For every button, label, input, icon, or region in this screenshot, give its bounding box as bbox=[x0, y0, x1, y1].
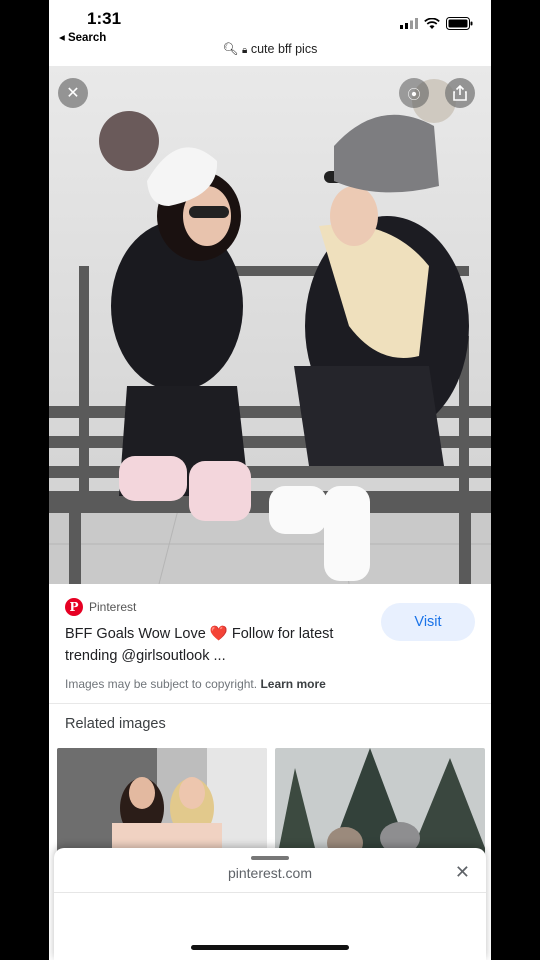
source[interactable]: P Pinterest bbox=[65, 598, 136, 616]
divider bbox=[49, 703, 491, 704]
search-icon: 🔍︎ bbox=[222, 42, 239, 56]
visit-button[interactable]: Visit bbox=[381, 603, 475, 641]
link-preview-sheet[interactable]: pinterest.com ✕ bbox=[54, 848, 486, 960]
result-info: P Pinterest BFF Goals Wow Love ❤️ Follow… bbox=[49, 585, 491, 703]
url-bar[interactable]: 🔍︎ 🔒︎ cute bff pics bbox=[49, 42, 491, 57]
related-images-heading: Related images bbox=[65, 716, 166, 732]
heart-icon: ❤️ bbox=[209, 626, 228, 642]
lock-icon: 🔒︎ bbox=[242, 45, 248, 56]
close-button[interactable]: ✕ bbox=[58, 78, 88, 108]
signal-icon bbox=[400, 18, 418, 29]
source-name: Pinterest bbox=[89, 600, 137, 614]
close-icon: ✕ bbox=[66, 85, 80, 102]
wifi-icon bbox=[424, 17, 440, 29]
status-icons bbox=[400, 17, 473, 30]
caption-text-start: BFF Goals Wow Love bbox=[65, 626, 210, 642]
battery-icon bbox=[446, 17, 473, 30]
home-indicator[interactable] bbox=[191, 945, 349, 950]
copyright-notice: Images may be subject to copyright. Lear… bbox=[65, 677, 326, 691]
share-button[interactable] bbox=[445, 78, 475, 108]
pinterest-logo-icon: P bbox=[65, 598, 83, 616]
status-bar: 1:31 ◂ Search bbox=[49, 0, 491, 44]
visual-search-icon: ⦿ bbox=[407, 86, 421, 102]
hero-photo bbox=[49, 66, 491, 584]
clock: 1:31 bbox=[87, 9, 122, 28]
sheet-divider bbox=[54, 892, 486, 893]
result-caption[interactable]: BFF Goals Wow Love ❤️ Follow for latest … bbox=[65, 623, 365, 667]
url-text: cute bff pics bbox=[250, 42, 318, 56]
learn-more-link[interactable]: Learn more bbox=[260, 677, 325, 691]
hero-image[interactable]: ✕ ⦿ bbox=[49, 66, 491, 584]
visual-search-button[interactable]: ⦿ bbox=[399, 78, 429, 108]
sheet-close-icon[interactable]: ✕ bbox=[455, 862, 470, 883]
sheet-url: pinterest.com bbox=[227, 865, 313, 881]
drag-handle[interactable] bbox=[251, 856, 289, 860]
share-icon bbox=[453, 85, 467, 101]
copyright-text: Images may be subject to copyright. bbox=[65, 677, 258, 691]
phone-screen: 1:31 ◂ Search 🔍︎ 🔒︎ cute bff pics ✕ ⦿ P … bbox=[49, 0, 491, 960]
